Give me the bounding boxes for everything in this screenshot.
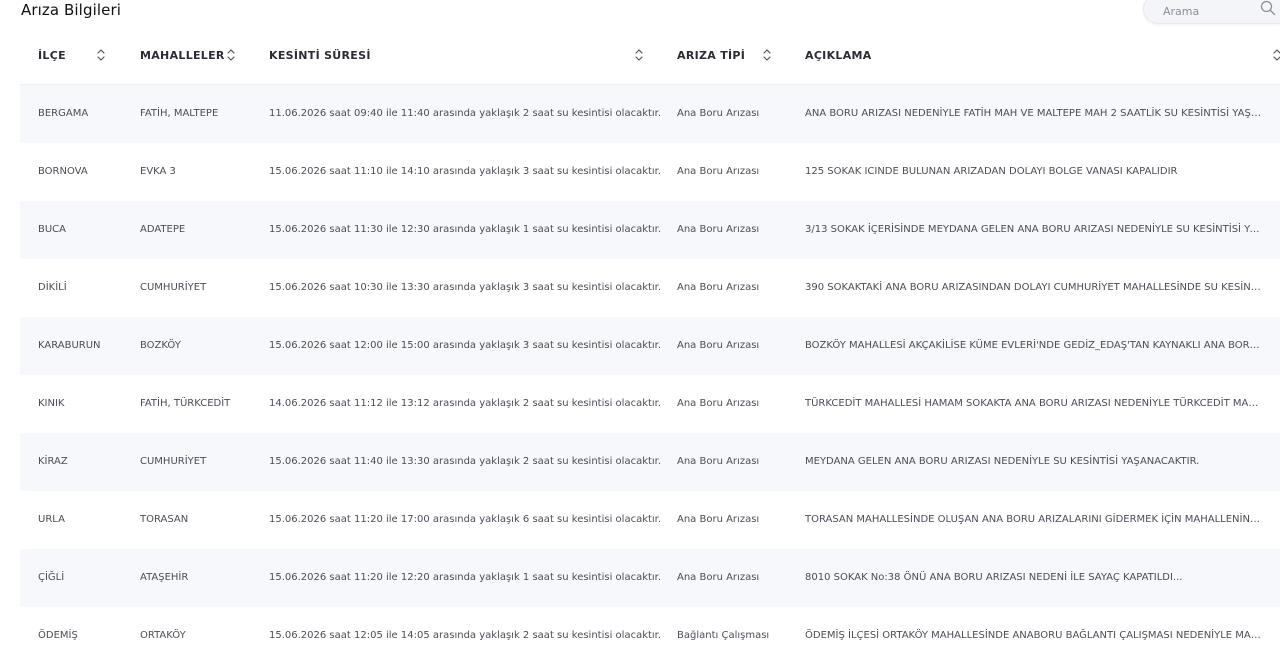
cell-kesinti-suresi: 15.06.2026 saat 11:40 ile 13:30 arasında…: [269, 456, 662, 467]
cell-aciklama: 390 SOKAKTAKİ ANA BORU ARIZASINDAN DOLAY…: [805, 282, 1263, 293]
cell-kesinti-suresi: 15.06.2026 saat 10:30 ile 13:30 arasında…: [269, 282, 662, 293]
cell-mahalleler: ATAŞEHİR: [140, 572, 189, 583]
cell-ariza-tipi: Ana Boru Arızası: [677, 166, 760, 177]
cell-mahalleler: ORTAKÖY: [140, 630, 186, 641]
page: Arıza Bilgileri İLÇE MAHALLELER KESİNTİ …: [0, 0, 1280, 658]
cell-ariza-tipi: Ana Boru Arızası: [677, 398, 760, 409]
sort-icon[interactable]: [96, 48, 106, 62]
cell-aciklama: TÜRKCEDİT MAHALLESİ HAMAM SOKAKTA ANA BO…: [805, 398, 1263, 409]
cell-kesinti-suresi: 15.06.2026 saat 11:20 ile 17:00 arasında…: [269, 514, 662, 525]
cell-mahalleler: TORASAN: [140, 514, 189, 525]
cell-kesinti-suresi: 15.06.2026 saat 12:05 ile 14:05 arasında…: [269, 630, 662, 641]
sort-icon[interactable]: [634, 48, 644, 62]
column-header-ilce[interactable]: İLÇE: [38, 28, 66, 84]
search-box[interactable]: [1143, 0, 1280, 24]
cell-mahalleler: FATİH, TÜRKCEDİT: [140, 398, 231, 409]
page-title: Arıza Bilgileri: [21, 1, 121, 19]
cell-ariza-tipi: Ana Boru Arızası: [677, 456, 760, 467]
cell-kesinti-suresi: 15.06.2026 saat 11:30 ile 12:30 arasında…: [269, 224, 662, 235]
table-header: İLÇE MAHALLELER KESİNTİ SÜRESİ ARIZA TİP…: [20, 28, 1280, 85]
cell-ariza-tipi: Ana Boru Arızası: [677, 514, 760, 525]
cell-ilce: KINIK: [38, 398, 65, 409]
cell-aciklama: 3/13 SOKAK İÇERİSİNDE MEYDANA GELEN ANA …: [805, 224, 1263, 235]
cell-ariza-tipi: Ana Boru Arızası: [677, 108, 760, 119]
table-row[interactable]: ÇİĞLİ ATAŞEHİR 15.06.2026 saat 11:20 ile…: [20, 549, 1280, 607]
cell-aciklama: BOZKÖY MAHALLESİ AKÇAKİLİSE KÜME EVLERİ'…: [805, 340, 1263, 351]
cell-kesinti-suresi: 11.06.2026 saat 09:40 ile 11:40 arasında…: [269, 108, 662, 119]
table-row[interactable]: KINIK FATİH, TÜRKCEDİT 14.06.2026 saat 1…: [20, 375, 1280, 433]
cell-mahalleler: CUMHURİYET: [140, 282, 207, 293]
cell-mahalleler: EVKA 3: [140, 166, 176, 177]
cell-ilce: BORNOVA: [38, 166, 88, 177]
cell-ariza-tipi: Ana Boru Arızası: [677, 340, 760, 351]
cell-ilce: BUCA: [38, 224, 67, 235]
table-row[interactable]: KİRAZ CUMHURİYET 15.06.2026 saat 11:40 i…: [20, 433, 1280, 491]
column-header-mahalleler[interactable]: MAHALLELER: [140, 28, 225, 84]
sort-icon[interactable]: [226, 48, 236, 62]
search-icon[interactable]: [1260, 0, 1276, 16]
cell-aciklama: 125 SOKAK ICINDE BULUNAN ARIZADAN DOLAYI…: [805, 166, 1178, 177]
cell-kesinti-suresi: 15.06.2026 saat 11:10 ile 14:10 arasında…: [269, 166, 662, 177]
sort-icon[interactable]: [1272, 48, 1280, 62]
cell-ilce: URLA: [38, 514, 65, 525]
cell-kesinti-suresi: 14.06.2026 saat 11:12 ile 13:12 arasında…: [269, 398, 662, 409]
cell-ariza-tipi: Bağlantı Çalışması: [677, 630, 770, 641]
search-input[interactable]: [1163, 3, 1253, 19]
cell-aciklama: TORASAN MAHALLESİNDE OLUŞAN ANA BORU ARI…: [805, 514, 1263, 525]
table-row[interactable]: DİKİLİ CUMHURİYET 15.06.2026 saat 10:30 …: [20, 259, 1280, 317]
table-body: BERGAMA FATİH, MALTEPE 11.06.2026 saat 0…: [20, 85, 1280, 658]
column-header-kesinti-suresi[interactable]: KESİNTİ SÜRESİ: [269, 28, 371, 84]
table-row[interactable]: BORNOVA EVKA 3 15.06.2026 saat 11:10 ile…: [20, 143, 1280, 201]
cell-ariza-tipi: Ana Boru Arızası: [677, 282, 760, 293]
table-row[interactable]: URLA TORASAN 15.06.2026 saat 11:20 ile 1…: [20, 491, 1280, 549]
cell-mahalleler: BOZKÖY: [140, 340, 181, 351]
column-header-ariza-tipi[interactable]: ARIZA TİPİ: [677, 28, 745, 84]
cell-kesinti-suresi: 15.06.2026 saat 12:00 ile 15:00 arasında…: [269, 340, 662, 351]
cell-ilce: KİRAZ: [38, 456, 68, 467]
cell-ilce: DİKİLİ: [38, 282, 67, 293]
cell-ariza-tipi: Ana Boru Arızası: [677, 224, 760, 235]
cell-mahalleler: FATİH, MALTEPE: [140, 108, 219, 119]
cell-aciklama: 8010 SOKAK No:38 ÖNÜ ANA BORU ARIZASI NE…: [805, 572, 1183, 583]
column-header-aciklama[interactable]: AÇIKLAMA: [805, 28, 872, 84]
cell-mahalleler: CUMHURİYET: [140, 456, 207, 467]
cell-mahalleler: ADATEPE: [140, 224, 186, 235]
cell-ariza-tipi: Ana Boru Arızası: [677, 572, 760, 583]
table-row[interactable]: BUCA ADATEPE 15.06.2026 saat 11:30 ile 1…: [20, 201, 1280, 259]
cell-ilce: ÇİĞLİ: [38, 572, 65, 583]
table-row[interactable]: KARABURUN BOZKÖY 15.06.2026 saat 12:00 i…: [20, 317, 1280, 375]
table-row[interactable]: ÖDEMİŞ ORTAKÖY 15.06.2026 saat 12:05 ile…: [20, 607, 1280, 658]
cell-aciklama: ÖDEMİŞ İLÇESİ ORTAKÖY MAHALLESİNDE ANABO…: [805, 630, 1263, 641]
cell-aciklama: ANA BORU ARIZASI NEDENİYLE FATİH MAH VE …: [805, 108, 1263, 119]
cell-ilce: KARABURUN: [38, 340, 101, 351]
cell-kesinti-suresi: 15.06.2026 saat 11:20 ile 12:20 arasında…: [269, 572, 662, 583]
cell-ilce: BERGAMA: [38, 108, 89, 119]
cell-aciklama: MEYDANA GELEN ANA BORU ARIZASI NEDENİYLE…: [805, 456, 1200, 467]
cell-ilce: ÖDEMİŞ: [38, 630, 78, 641]
table-row[interactable]: BERGAMA FATİH, MALTEPE 11.06.2026 saat 0…: [20, 85, 1280, 143]
sort-icon[interactable]: [762, 48, 772, 62]
